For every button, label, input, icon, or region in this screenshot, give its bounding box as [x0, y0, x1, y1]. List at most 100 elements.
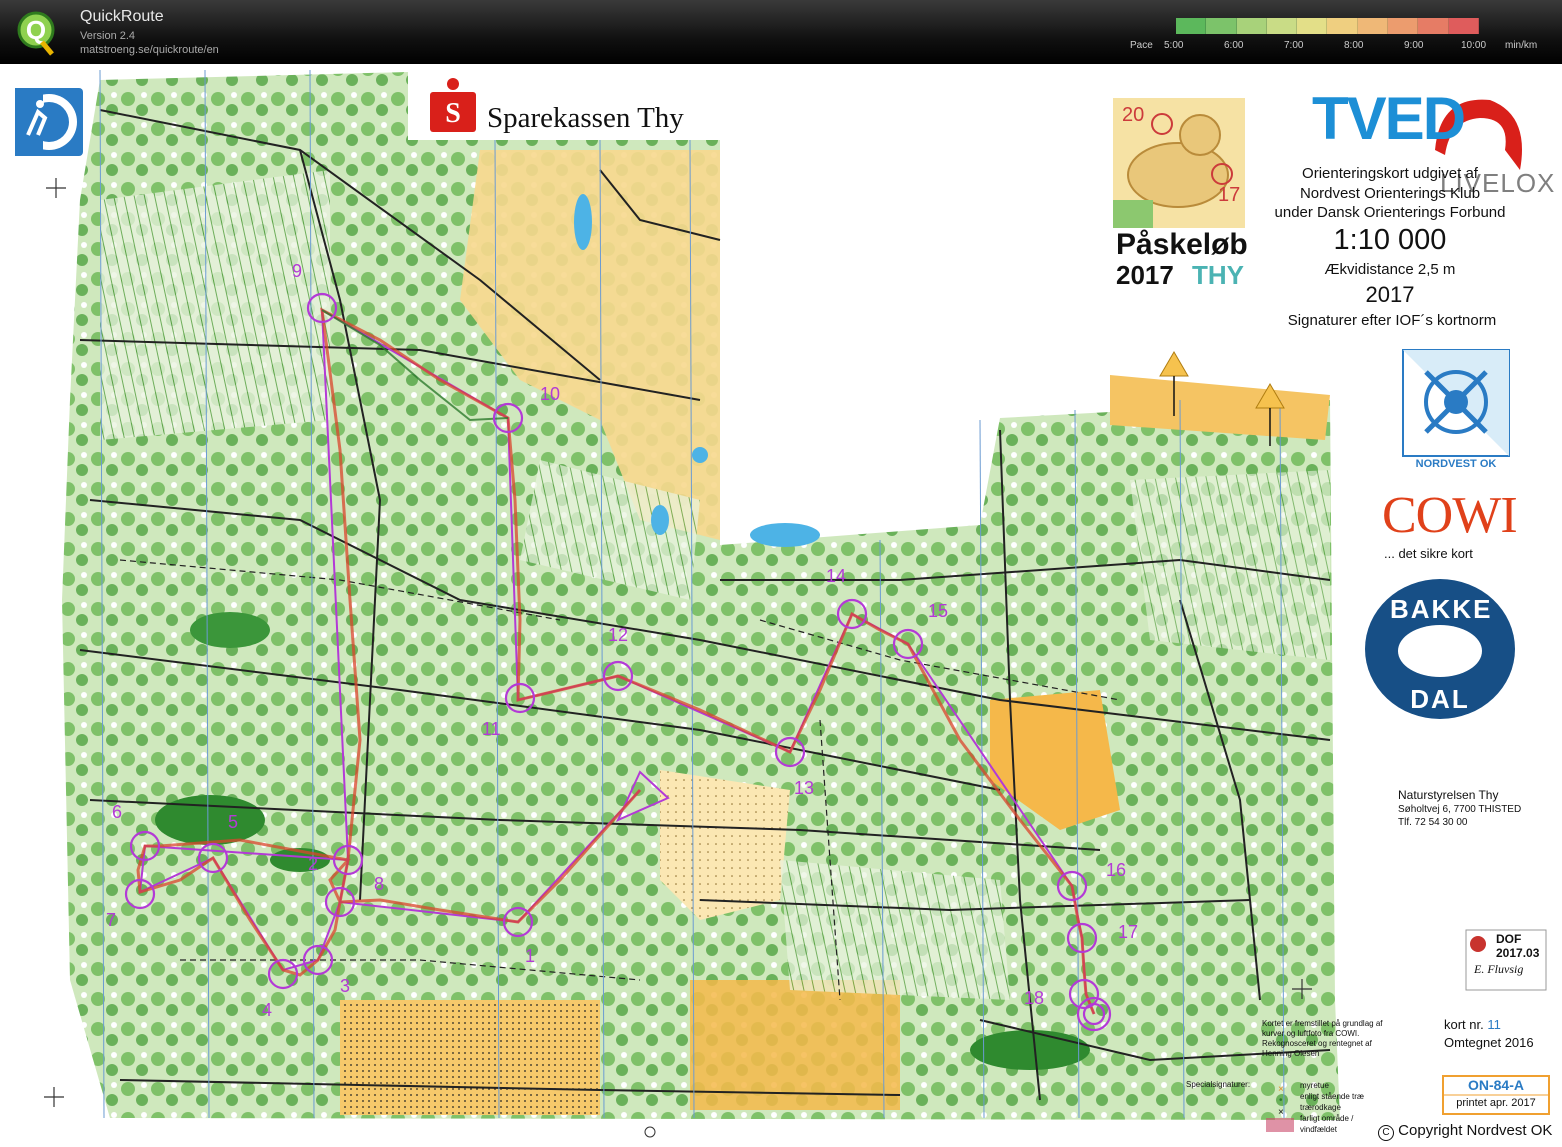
event-logo-number: 20: [1122, 104, 1145, 126]
forest-stripes-south: [780, 860, 1010, 1000]
svg-text:S: S: [445, 98, 461, 129]
anthill-symbol: ×: [1278, 1084, 1284, 1095]
naturstyrelsen-phone: Tlf. 72 54 30 00: [1398, 817, 1468, 828]
event-title: Påskeløb: [1116, 228, 1248, 261]
control-label-12: 12: [608, 625, 629, 645]
quickroute-logo-icon: Q: [17, 11, 55, 56]
pace-color-scale: [1176, 18, 1479, 34]
revised: Omtegnet 2016: [1444, 1035, 1534, 1050]
pace-color-swatch: [1357, 18, 1389, 34]
control-label-10: 10: [540, 384, 561, 404]
pace-color-swatch: [1206, 18, 1237, 34]
open-land-south: [660, 770, 790, 920]
control-label-13: 13: [794, 778, 815, 798]
credits-line: Rekognosceret og rentegnet af: [1262, 1039, 1372, 1048]
rootstock-symbol: ×: [1278, 1107, 1284, 1118]
pace-tick: 5:00: [1164, 40, 1184, 51]
title-bar: Q QuickRoute Version 2.4 matstroeng.se/q…: [0, 0, 1562, 64]
forest-stripes-east: [1130, 470, 1330, 660]
control-label-6: 6: [112, 802, 123, 822]
special-symbol-item: trærodkage: [1300, 1103, 1341, 1112]
tree-symbol: •: [1279, 1095, 1283, 1106]
control-label-9: 9: [292, 261, 303, 281]
special-symbol-item: enligt stående træ: [1300, 1092, 1365, 1101]
control-label-5: 5: [228, 812, 239, 832]
lake: [750, 523, 820, 547]
publisher-line3: under Dansk Orienterings Forbund: [1274, 204, 1506, 221]
nordvest-ok-logo-icon: [1402, 349, 1510, 457]
dof-signature: E. Fluvsig: [1474, 962, 1524, 976]
svg-text:Q: Q: [26, 15, 46, 45]
pace-tick: 9:00: [1404, 40, 1424, 51]
pace-label: Pace: [1130, 40, 1153, 51]
special-symbol-item: vindfældet: [1300, 1125, 1337, 1134]
club-logo-label: NORDVEST OK: [1415, 458, 1497, 470]
map-year: 2017: [1365, 282, 1415, 307]
control-label-18: 18: [1024, 988, 1045, 1008]
dof-number: 2017.03: [1496, 946, 1540, 960]
credits-line: Henning Olesen: [1262, 1049, 1320, 1058]
printed-date: printet apr. 2017: [1456, 1097, 1536, 1109]
quickroute-window: { "app": { "name": "QuickRoute", "versio…: [0, 0, 1562, 1147]
control-label-4: 4: [262, 1000, 273, 1020]
publisher-line1: Orienteringskort udgivet af: [1302, 165, 1478, 182]
tved-logo: TVED: [1312, 85, 1466, 152]
control-label-1: 1: [525, 946, 536, 966]
orienteering-federation-logo-icon: [15, 88, 83, 156]
pace-tick: 8:00: [1344, 40, 1364, 51]
control-label-17: 17: [1118, 922, 1139, 942]
open-land-south2: [690, 980, 900, 1110]
special-symbols-list: myretue enligt stående træ trærodkage fa…: [1300, 1080, 1364, 1135]
event-logo-number: 17: [1218, 184, 1241, 206]
control-label-2: 2: [308, 854, 319, 874]
pace-color-swatch: [1236, 18, 1267, 34]
dof-label: DOF: [1496, 932, 1522, 946]
pace-color-swatch: [1176, 18, 1207, 34]
naturstyrelsen-name: Naturstyrelsen Thy: [1398, 788, 1499, 802]
special-symbol-item: myretue: [1300, 1081, 1329, 1090]
open-land-southwest: [340, 1000, 600, 1115]
control-label-7: 7: [106, 910, 117, 930]
orienteering-map[interactable]: S × • × Sparekassen Thy Påskeløb 2017 TH…: [0, 64, 1562, 1147]
control-label-3: 3: [340, 976, 351, 996]
lake: [651, 505, 669, 535]
pace-tick: 10:00: [1461, 40, 1487, 51]
naturstyrelsen-address: Søholtvej 6, 7700 THISTED: [1398, 804, 1522, 815]
event-region: THY: [1192, 260, 1244, 290]
pace-color-swatch: [1388, 18, 1419, 34]
danger-area-swatch: [1266, 1118, 1294, 1132]
copyright-icon: C: [1378, 1125, 1394, 1141]
pace-color-swatch: [1418, 18, 1449, 34]
copyright: C Copyright Nordvest OK: [1378, 1122, 1552, 1141]
special-symbol-item: farligt område /: [1300, 1114, 1354, 1123]
credits: Kortet er fremstillet på grundlag af kur…: [1262, 1019, 1383, 1059]
sponsor-bank: Sparekassen Thy: [487, 102, 684, 134]
pace-unit: min/km: [1505, 40, 1538, 51]
pace-tick: 7:00: [1284, 40, 1304, 51]
copyright-text: Copyright Nordvest OK: [1398, 1122, 1553, 1139]
pace-tick: 6:00: [1224, 40, 1244, 51]
map-code: ON-84-A: [1467, 1077, 1524, 1093]
special-symbols-title: Specialsignaturer:: [1186, 1080, 1251, 1089]
pace-color-swatch: [1297, 18, 1328, 34]
map-number-label: kort nr.: [1444, 1017, 1484, 1032]
lake: [692, 447, 708, 463]
forest-stripes-west: [100, 170, 330, 440]
cowi-tagline: ... det sikre kort: [1384, 546, 1473, 561]
contour-interval: Ækvidistance 2,5 m: [1324, 261, 1456, 278]
control-label-15: 15: [928, 601, 949, 621]
pace-color-swatch: [1327, 18, 1358, 34]
app-name: QuickRoute: [80, 8, 164, 25]
control-label-14: 14: [826, 566, 847, 586]
cowi-logo: COWI: [1382, 487, 1518, 544]
app-url[interactable]: matstroeng.se/quickroute/en: [80, 44, 219, 56]
pace-legend: Pace 5:00 6:00 7:00 8:00 9:00 10:00 min/…: [1130, 16, 1550, 60]
symbol-standard: Signaturer efter IOF´s kortnorm: [1287, 312, 1497, 329]
publisher-line2: Nordvest Orienterings Klub: [1299, 185, 1481, 202]
credits-line: kurver og luftfoto fra COWI.: [1262, 1029, 1360, 1038]
map-number-value: 11: [1487, 1017, 1501, 1032]
control-label-8: 8: [374, 874, 385, 894]
pace-color-swatch: [1266, 18, 1298, 34]
credits-line: Kortet er fremstillet på grundlag af: [1262, 1019, 1383, 1028]
bakkedal-bottom: DAL: [1410, 684, 1470, 714]
